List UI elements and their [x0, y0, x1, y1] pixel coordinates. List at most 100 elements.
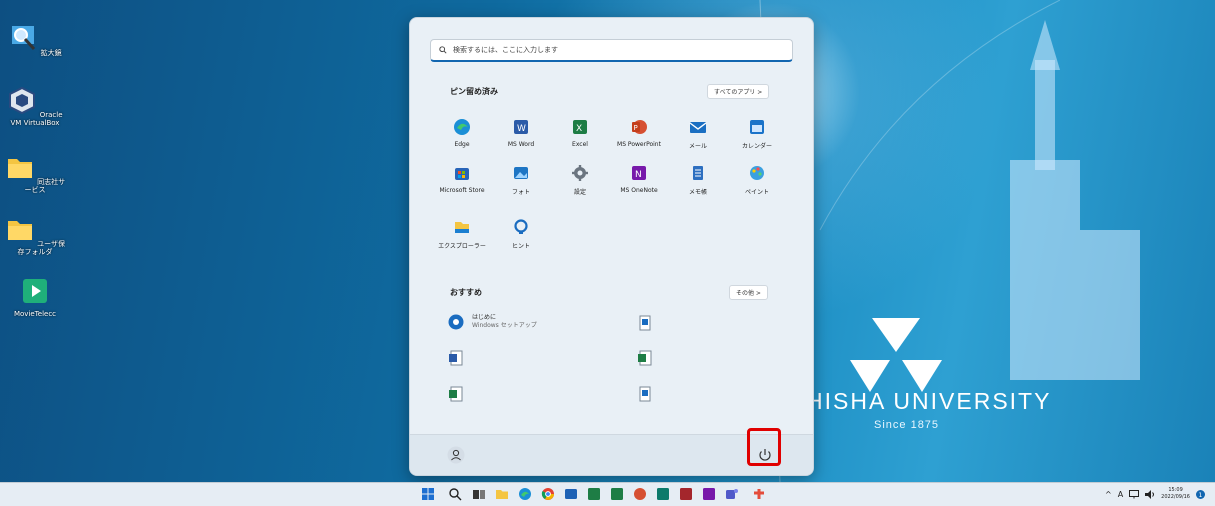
search-icon — [439, 46, 447, 54]
explorer-icon — [455, 222, 469, 233]
pinned-app-excel[interactable]: X Excel — [550, 118, 610, 148]
network-icon[interactable] — [1129, 489, 1140, 499]
pinned-app-onenote[interactable]: N MS OneNote — [609, 164, 669, 194]
pinned-app-label: 設定 — [573, 189, 586, 196]
pinned-app-label: MS PowerPoint — [617, 141, 661, 148]
recommended-item[interactable] — [637, 350, 653, 366]
pinned-app-label: Excel — [572, 141, 588, 148]
pinned-app-explorer[interactable]: エクスプローラー — [432, 218, 492, 250]
desktop-icon-label: 拡大鏡 — [40, 49, 62, 57]
photos-icon — [514, 167, 528, 179]
app-icon[interactable] — [656, 487, 670, 501]
recommended-item[interactable] — [637, 315, 653, 331]
excel-icon: X — [573, 120, 587, 134]
pinned-app-label: フォト — [511, 189, 530, 196]
wallpaper-brand-text: HISHA UNIVERSITY — [806, 388, 1052, 414]
svg-text:X: X — [576, 124, 582, 134]
power-button-highlight — [747, 428, 781, 466]
pinned-app-label: メール — [688, 143, 707, 150]
pinned-app-powerpoint[interactable]: P MS PowerPoint — [609, 118, 669, 148]
pinned-app-label: MS Word — [507, 141, 535, 148]
clock[interactable]: 15:09 2022/09/16 — [1161, 487, 1190, 501]
teams-icon[interactable] — [725, 487, 739, 501]
excel-doc-icon — [638, 350, 652, 366]
powerpoint-icon: P — [632, 120, 647, 134]
access-icon[interactable] — [679, 487, 693, 501]
settings-icon — [572, 165, 588, 181]
pinned-app-label: カレンダー — [741, 143, 772, 150]
pinned-app-photos[interactable]: フォト — [491, 164, 551, 196]
store-icon — [455, 168, 469, 180]
recommended-item[interactable] — [448, 386, 464, 402]
pinned-app-store[interactable]: Microsoft Store — [432, 164, 492, 194]
folder-icon — [7, 159, 32, 178]
movie-icon — [23, 279, 47, 303]
onenote-icon: N — [632, 166, 646, 180]
pinned-app-label: MS OneNote — [620, 187, 658, 194]
excel-doc-icon — [449, 386, 463, 402]
ime-indicator[interactable]: A — [1118, 490, 1123, 499]
chrome-icon[interactable] — [541, 487, 555, 501]
desktop-icon-virtualbox[interactable]: Oracle VM VirtualBox — [4, 86, 66, 127]
pinned-app-label: エクスプローラー — [438, 243, 486, 250]
start-icon[interactable] — [421, 487, 435, 501]
search-icon[interactable] — [448, 487, 462, 501]
folder-icon — [7, 221, 32, 240]
powerpoint-icon[interactable] — [633, 487, 647, 501]
pinned-app-label: ヒント — [511, 243, 530, 250]
onenote-icon[interactable] — [702, 487, 716, 501]
volume-icon[interactable] — [1145, 489, 1155, 499]
paint-icon — [750, 166, 764, 180]
app-icon[interactable] — [752, 487, 766, 501]
pinned-app-notepad[interactable]: メモ帳 — [668, 164, 728, 196]
virtualbox-icon — [9, 86, 36, 115]
notification-badge-icon[interactable]: 1 — [1196, 489, 1205, 499]
start-menu: 検索するには、ここに入力します ピン留め済み すべてのアプリ > Edge W … — [409, 17, 814, 476]
explorer-icon[interactable] — [495, 487, 509, 501]
excel-icon[interactable] — [610, 487, 624, 501]
recommended-item-title: はじめに — [472, 314, 497, 321]
desktop-icon-user-folder[interactable]: ユーザ保存フォルダ — [4, 215, 66, 256]
desktop-icon-doshisha-service[interactable]: 同志社サービス — [4, 153, 66, 194]
clock-date: 2022/09/16 — [1161, 494, 1190, 500]
word-doc-icon — [449, 350, 463, 366]
all-apps-button[interactable]: すべてのアプリ > — [707, 84, 770, 99]
pinned-app-tips[interactable]: ヒント — [491, 218, 551, 250]
calendar-icon — [750, 120, 764, 134]
pinned-app-edge[interactable]: Edge — [432, 118, 492, 148]
pinned-app-paint[interactable]: ペイント — [727, 164, 787, 196]
edge-icon[interactable] — [518, 487, 532, 501]
svg-text:P: P — [634, 124, 638, 132]
excel-icon[interactable] — [587, 487, 601, 501]
pinned-app-settings[interactable]: 設定 — [550, 164, 610, 196]
file-icon — [639, 315, 651, 331]
pinned-app-label: Edge — [454, 141, 470, 148]
taskview-icon[interactable] — [472, 487, 486, 501]
recommended-item[interactable] — [448, 350, 464, 366]
magnifier-icon — [12, 26, 36, 51]
user-account-icon[interactable] — [447, 446, 465, 464]
desktop-icon-movietelecc[interactable]: MovieTelecc — [4, 277, 66, 318]
pinned-app-label: メモ帳 — [688, 189, 707, 196]
file-icon — [639, 386, 651, 402]
notepad-icon — [693, 166, 703, 180]
clock-time: 15:09 — [1168, 487, 1183, 493]
tips-icon — [514, 219, 528, 234]
pinned-app-word[interactable]: W MS Word — [491, 118, 551, 148]
recommended-item-subtitle: Windows セットアップ — [472, 322, 537, 329]
search-placeholder: 検索するには、ここに入力します — [453, 46, 558, 54]
recommended-title: おすすめ — [450, 288, 482, 297]
taskbar: ^ A 15:09 2022/09/16 1 — [0, 482, 1215, 506]
svg-text:N: N — [635, 170, 642, 180]
getstarted-icon — [448, 314, 464, 330]
tray-chevron-icon[interactable]: ^ — [1105, 490, 1112, 499]
pinned-app-mail[interactable]: メール — [668, 118, 728, 150]
app-icon[interactable] — [564, 487, 578, 501]
start-search-input[interactable]: 検索するには、ここに入力します — [430, 39, 793, 62]
more-button[interactable]: その他 > — [729, 285, 768, 300]
recommended-item[interactable]: はじめに Windows セットアップ — [448, 314, 537, 330]
recommended-item[interactable] — [637, 386, 653, 402]
pinned-app-calendar[interactable]: カレンダー — [727, 118, 787, 150]
desktop-icon-magnifier[interactable]: 拡大鏡 — [4, 24, 66, 57]
word-icon: W — [514, 120, 528, 134]
